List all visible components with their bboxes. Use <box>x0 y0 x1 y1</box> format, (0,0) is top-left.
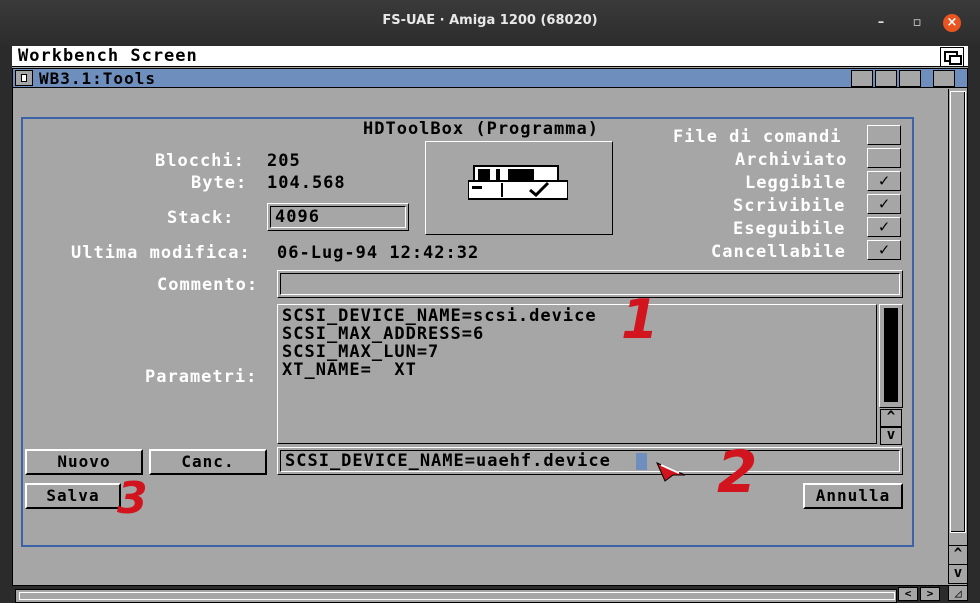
list-item[interactable]: SCSI_MAX_ADDRESS=6 <box>282 325 484 343</box>
flag-label-archived: Archiviato <box>735 150 848 170</box>
annotation-2: 2 <box>717 438 758 506</box>
flag-checkbox-deletable[interactable]: ✓ <box>867 240 901 260</box>
close-window-button[interactable]: × <box>943 14 961 32</box>
new-button[interactable]: Nuovo <box>25 449 143 475</box>
flag-checkbox-executable[interactable]: ✓ <box>867 217 901 237</box>
checkmark-icon: ✓ <box>878 217 890 237</box>
save-button[interactable]: Salva <box>25 483 121 509</box>
window-depth-icon[interactable] <box>899 70 921 87</box>
mouse-pointer-icon <box>655 461 689 487</box>
checkmark-icon: ✓ <box>878 240 890 260</box>
arrow-right-icon[interactable]: > <box>920 587 940 601</box>
amiga-screen: Workbench Screen WB3.1:Tools ^ v < > ◿ H… <box>12 46 968 603</box>
screen-title: Workbench Screen <box>18 46 198 66</box>
params-scroll-knob[interactable] <box>884 308 898 402</box>
bytes-value: 104.568 <box>267 173 346 193</box>
window-title: WB3.1:Tools <box>39 69 156 88</box>
window-horizontal-scrollbar[interactable] <box>15 589 897 603</box>
params-scrollbar[interactable] <box>879 304 903 408</box>
modified-value: 06-Lug-94 12:42:32 <box>277 243 480 263</box>
list-item[interactable]: SCSI_DEVICE_NAME=scsi.device <box>282 307 597 325</box>
host-titlebar: FS-UAE · Amiga 1200 (68020) – ▫ × <box>0 0 980 46</box>
maximize-icon[interactable]: ▫ <box>908 14 926 32</box>
blocks-value: 205 <box>267 151 301 171</box>
host-window-title: FS-UAE · Amiga 1200 (68020) <box>382 13 598 28</box>
window-iconify-icon[interactable] <box>933 70 955 87</box>
workbench-screen-bar: Workbench Screen <box>12 46 968 67</box>
info-dialog: HDToolBox (Programma) Blocchi: 205 Byte:… <box>21 117 914 547</box>
stack-label: Stack: <box>167 208 235 228</box>
flag-checkbox-archived[interactable] <box>867 148 901 168</box>
window-close-icon[interactable] <box>15 70 33 86</box>
checkmark-icon: ✓ <box>878 194 890 214</box>
list-item[interactable]: SCSI_MAX_LUN=7 <box>282 343 439 361</box>
zoom-gadget-icon[interactable] <box>851 70 873 87</box>
flag-label-executable: Eseguibile <box>733 219 846 239</box>
params-list[interactable]: SCSI_DEVICE_NAME=scsi.device SCSI_MAX_AD… <box>277 304 877 444</box>
stack-input[interactable]: 4096 <box>270 206 406 228</box>
parameter-edit-input[interactable]: SCSI_DEVICE_NAME=uaehf.device <box>280 450 900 472</box>
flag-checkbox-writable[interactable]: ✓ <box>867 194 901 214</box>
list-item[interactable]: XT_NAME= XT <box>282 361 417 379</box>
flag-checkbox-script[interactable] <box>867 125 901 145</box>
params-label: Parametri: <box>145 367 258 387</box>
blocks-label: Blocchi: <box>155 151 245 171</box>
hdtoolbox-drawer-icon[interactable] <box>467 163 569 207</box>
vertical-scroll-knob[interactable] <box>950 91 966 533</box>
cancel-button[interactable]: Annulla <box>803 483 903 509</box>
flag-label-script: File di comandi <box>673 127 842 147</box>
comment-label: Commento: <box>157 275 259 295</box>
resize-icon[interactable]: ◿ <box>948 585 968 601</box>
comment-input[interactable] <box>280 273 900 295</box>
arrow-down-icon[interactable]: v <box>880 427 902 445</box>
text-cursor <box>636 453 647 470</box>
bytes-label: Byte: <box>191 173 248 193</box>
flag-label-deletable: Cancellabile <box>711 242 846 262</box>
arrow-left-icon[interactable]: < <box>898 587 918 601</box>
delete-button[interactable]: Canc. <box>149 449 267 475</box>
minimize-icon[interactable]: – <box>872 14 890 32</box>
tools-window: WB3.1:Tools ^ v < > ◿ HDToolBox (Program… <box>12 68 968 603</box>
annotation-1: 1 <box>621 288 659 351</box>
arrow-up-icon[interactable]: ^ <box>948 545 968 565</box>
tools-window-titlebar[interactable]: WB3.1:Tools <box>13 69 967 88</box>
dialog-title: HDToolBox (Programma) <box>363 119 599 139</box>
flag-label-readable: Leggibile <box>745 173 847 193</box>
flag-checkbox-readable[interactable]: ✓ <box>867 171 901 191</box>
modified-label: Ultima modifica: <box>71 243 251 263</box>
flag-label-writable: Scrivibile <box>733 196 846 216</box>
annotation-3: 3 <box>117 473 148 524</box>
depth-gadget-icon[interactable] <box>875 70 897 87</box>
checkmark-icon: ✓ <box>878 171 890 191</box>
screen-depth-gadget-icon[interactable] <box>940 47 964 67</box>
arrow-down-icon[interactable]: v <box>948 564 968 584</box>
arrow-up-icon[interactable]: ^ <box>880 409 902 427</box>
